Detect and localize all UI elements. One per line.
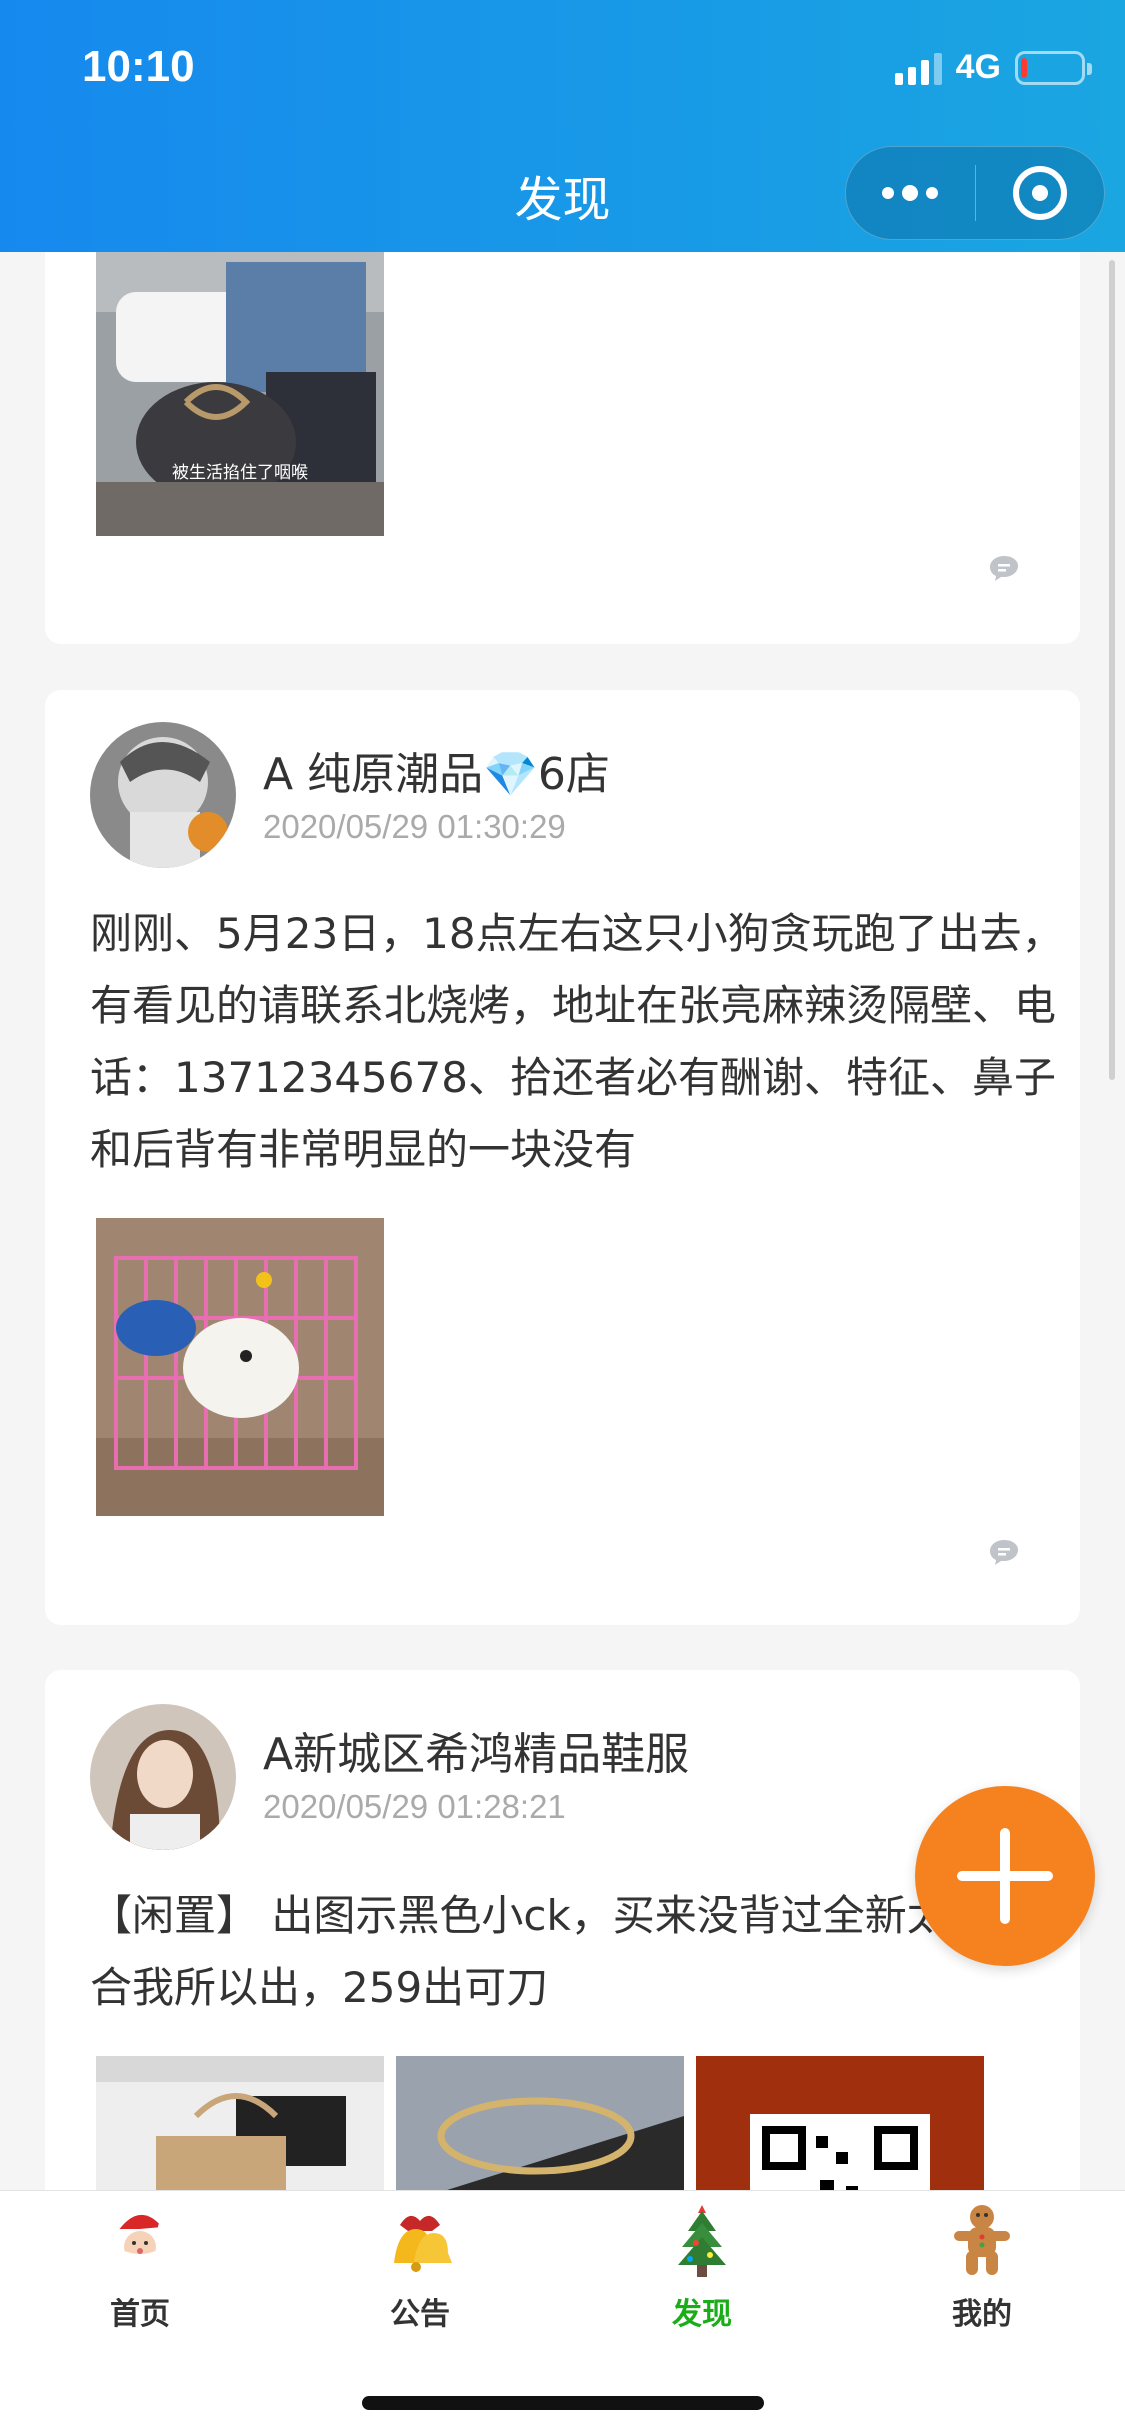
- add-post-button[interactable]: [915, 1786, 1095, 1966]
- tab-label: 首页: [110, 2297, 170, 2332]
- post-text[interactable]: 刚刚、5月23日，18点左右这只小狗贪玩跑了出去，有看见的请联系北烧烤，地址在张…: [90, 898, 1080, 1186]
- tab-label: 我的: [952, 2297, 1012, 2332]
- avatar[interactable]: [90, 722, 236, 868]
- post-time: 2020/05/29 01:30:29: [263, 808, 566, 845]
- post-card[interactable]: A新城区希鸿精品鞋服 2020/05/29 01:28:21 【闲置】 出图示黑…: [45, 1670, 1080, 2354]
- gingerbread-icon: [954, 2205, 1010, 2275]
- user-name[interactable]: A新城区希鸿精品鞋服: [263, 1718, 689, 1782]
- post-time: 2020/05/29 01:28:21: [263, 1788, 566, 1825]
- post-card[interactable]: A 纯原潮品💎6店 2020/05/29 01:30:29 刚刚、5月23日，1…: [45, 690, 1080, 1625]
- network-label: 4G: [955, 48, 1001, 86]
- home-indicator: [362, 2396, 764, 2410]
- avatar[interactable]: [90, 1704, 236, 1850]
- christmas-tree-icon: [678, 2205, 726, 2277]
- comment-icon[interactable]: [988, 1538, 1020, 1566]
- user-name[interactable]: A 纯原潮品💎6店: [263, 738, 610, 802]
- header: 10:10 4G 发现: [0, 0, 1125, 252]
- more-icon[interactable]: [846, 185, 975, 201]
- comment-icon[interactable]: [988, 554, 1020, 582]
- photo-caption: 被生活掐住了咽喉: [172, 463, 308, 483]
- post-photo[interactable]: 被生活掐住了咽喉: [96, 252, 384, 536]
- tab-discover[interactable]: 发现: [602, 2201, 802, 2333]
- signal-icon: [894, 51, 942, 85]
- scrollbar[interactable]: [1109, 260, 1115, 1080]
- battery-icon: [1015, 50, 1092, 85]
- mini-program-capsule: [845, 146, 1105, 240]
- bell-icon: [394, 2215, 452, 2272]
- status-icons: 4G: [894, 48, 1092, 87]
- tab-notice[interactable]: 公告: [320, 2201, 520, 2333]
- tab-label: 公告: [390, 2297, 450, 2332]
- tab-home[interactable]: 首页: [40, 2201, 240, 2333]
- post-photo[interactable]: [96, 1218, 384, 1516]
- tab-label: 发现: [672, 2297, 732, 2332]
- santa-icon: [116, 2214, 170, 2269]
- tab-mine[interactable]: 我的: [882, 2201, 1082, 2333]
- status-time: 10:10: [82, 42, 195, 91]
- close-target-icon[interactable]: [975, 166, 1104, 220]
